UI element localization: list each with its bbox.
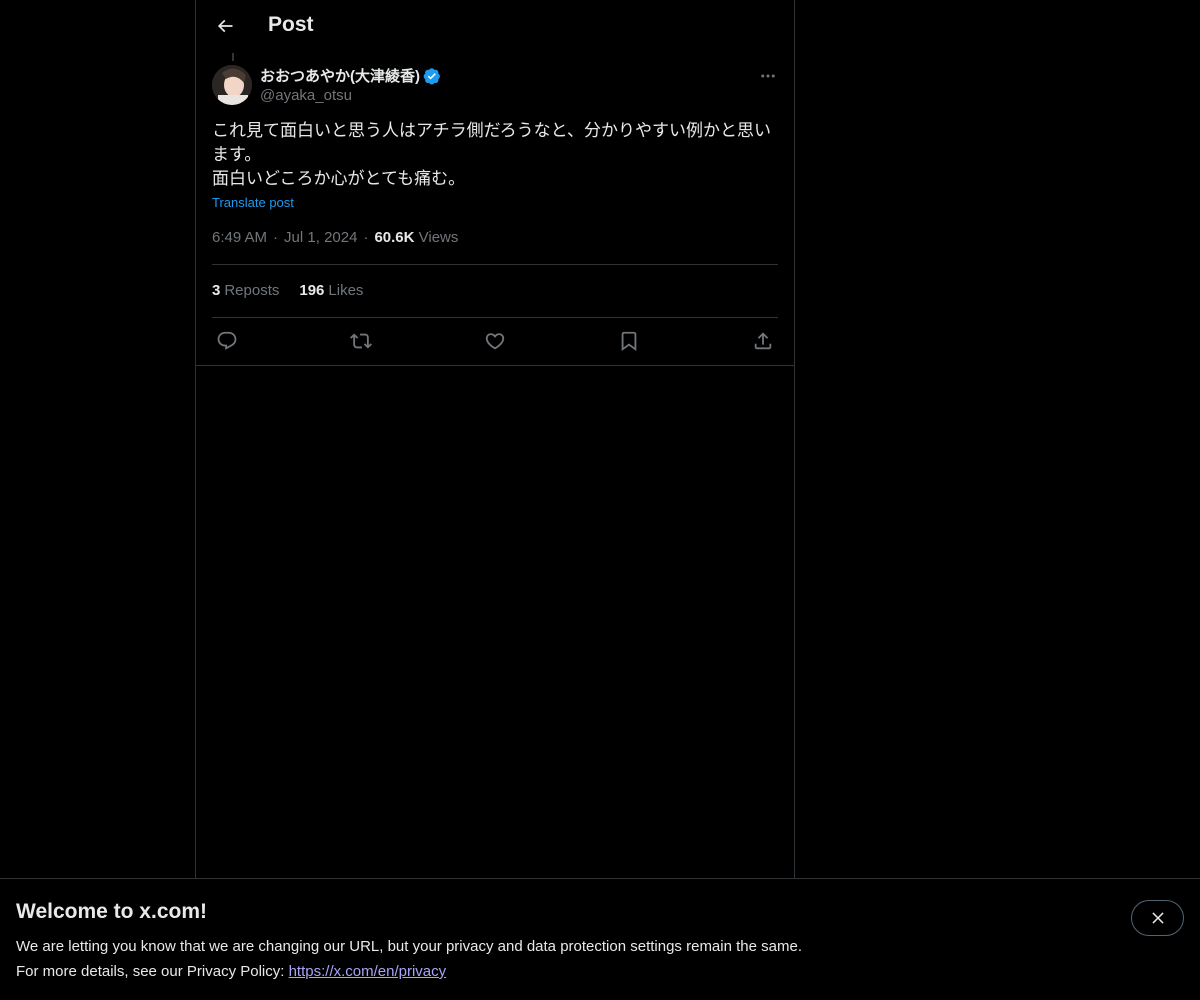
avatar[interactable] <box>212 65 252 105</box>
post-actions-bar <box>212 327 778 355</box>
views-count: 60.6K <box>374 229 415 246</box>
more-options-button[interactable] <box>756 64 780 88</box>
post-metadata: 6:49 AM · Jul 1, 2024 · 60.6K Views <box>212 229 458 246</box>
post-date[interactable]: Jul 1, 2024 <box>284 229 357 246</box>
welcome-banner: Welcome to x.com! We are letting you kno… <box>0 878 1200 1000</box>
more-horizontal-icon <box>761 74 775 78</box>
bookmark-icon <box>621 331 637 352</box>
author-display-name[interactable]: おおつあやか(大津綾香) <box>260 65 441 86</box>
reposts-count: 3 <box>212 282 221 299</box>
repost-icon <box>350 333 372 349</box>
views-stat: 60.6K Views <box>374 229 458 246</box>
like-button[interactable] <box>480 326 510 356</box>
avatar-image <box>212 65 252 105</box>
privacy-policy-link[interactable]: https://x.com/en/privacy <box>289 963 447 980</box>
main-column: Post おおつあやか(大津綾香) @ayaka_otsu これ見て面白いと思う… <box>195 0 795 880</box>
likes-stat[interactable]: 196 Likes <box>299 282 363 299</box>
verified-badge-icon <box>423 67 440 84</box>
divider <box>212 317 778 318</box>
post-text: これ見て面白いと思う人はアチラ側だろうなと、分かりやすい例かと思います。 面白い… <box>212 121 771 188</box>
engagement-stats: 3 Reposts 196 Likes <box>212 282 363 299</box>
arrow-left-icon <box>217 19 233 33</box>
translate-post-link[interactable]: Translate post <box>212 195 294 210</box>
likes-count: 196 <box>299 282 325 299</box>
views-label: Views <box>418 229 459 246</box>
like-icon <box>485 333 505 350</box>
repost-button[interactable] <box>346 326 376 356</box>
banner-message: We are letting you know that we are chan… <box>16 938 802 955</box>
post-header: Post <box>196 0 794 53</box>
share-icon <box>754 332 772 350</box>
post-bottom-border <box>196 365 794 366</box>
post-time[interactable]: 6:49 AM <box>212 229 267 246</box>
reposts-label: Reposts <box>224 282 280 299</box>
reply-icon <box>217 331 237 350</box>
likes-label: Likes <box>328 282 364 299</box>
author-handle[interactable]: @ayaka_otsu <box>260 87 352 104</box>
share-button[interactable] <box>748 326 778 356</box>
bookmark-button[interactable] <box>614 326 644 356</box>
close-icon <box>1151 912 1164 924</box>
close-banner-button[interactable] <box>1131 900 1184 936</box>
meta-separator: · <box>273 229 279 246</box>
back-button[interactable] <box>208 9 242 43</box>
author-name-text: おおつあやか(大津綾香) <box>260 68 420 85</box>
meta-separator: · <box>363 229 369 246</box>
thread-connector <box>232 53 234 61</box>
reposts-stat[interactable]: 3 Reposts <box>212 282 279 299</box>
reply-button[interactable] <box>212 326 242 356</box>
banner-privacy-prefix: For more details, see our Privacy Policy… <box>16 963 289 980</box>
divider <box>212 264 778 265</box>
banner-title: Welcome to x.com! <box>16 900 207 923</box>
banner-privacy-line: For more details, see our Privacy Policy… <box>16 963 446 980</box>
page-title: Post <box>268 13 314 36</box>
